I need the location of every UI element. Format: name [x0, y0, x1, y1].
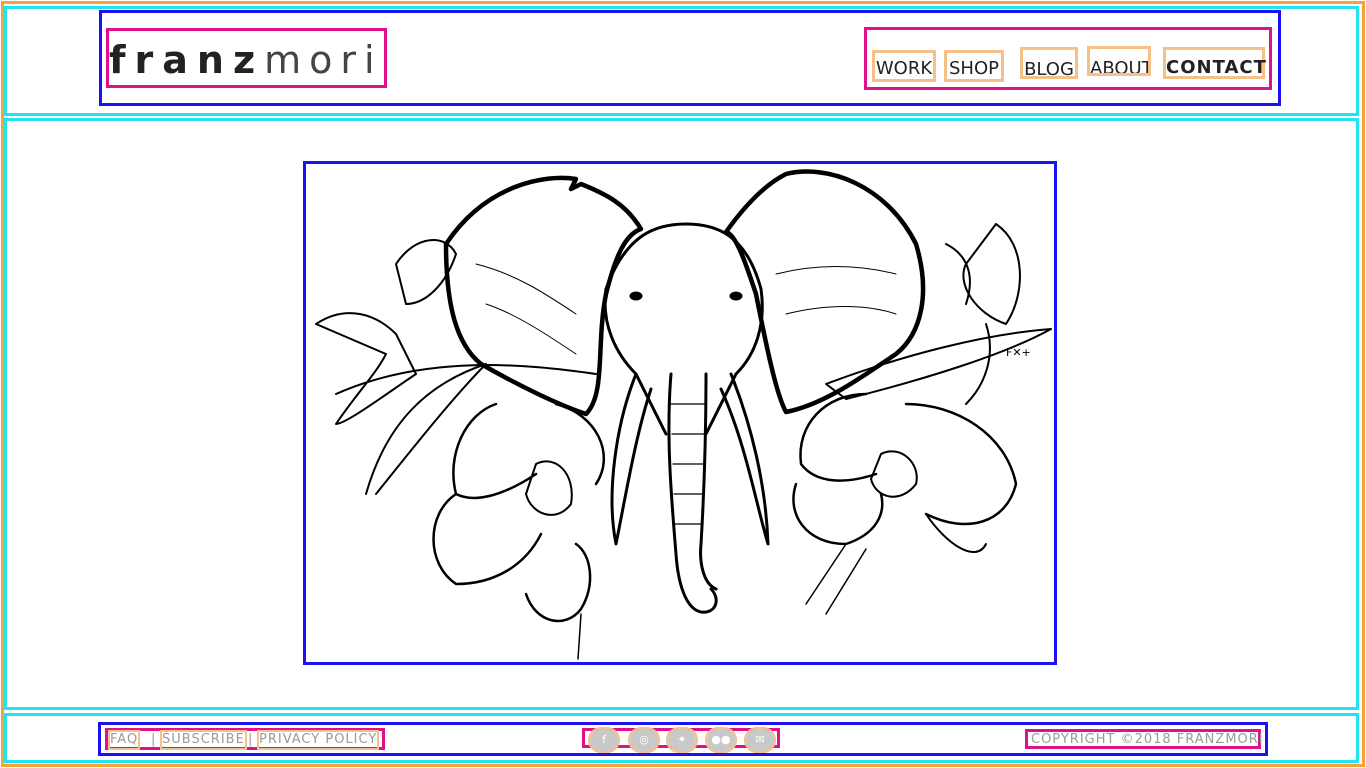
footer-link-faq[interactable]: FAQ: [107, 730, 141, 750]
instagram-icon[interactable]: ◎: [628, 727, 660, 753]
logo-bold-text: franz: [109, 38, 265, 82]
footer-separator: |: [151, 732, 156, 747]
nav-item-shop[interactable]: SHOP: [944, 50, 1004, 82]
email-icon[interactable]: ✉: [744, 727, 776, 753]
nav-item-contact[interactable]: CONTACT: [1163, 47, 1266, 79]
elephant-orchid-illustration: F✕+: [315, 169, 1052, 660]
svg-text:F✕+: F✕+: [1006, 346, 1031, 359]
footer-separator: |: [248, 732, 253, 747]
nav-item-blog[interactable]: BLOG: [1020, 47, 1078, 80]
footer-link-subscribe[interactable]: SUBSCRIBE: [160, 730, 247, 750]
logo-light-text: mori: [264, 38, 383, 82]
twitter-icon[interactable]: ✦: [666, 727, 698, 753]
site-logo[interactable]: franzmori: [109, 38, 383, 82]
footer-link-privacy-policy[interactable]: PRIVACY POLICY: [256, 730, 380, 750]
flickr-icon[interactable]: ●●: [705, 727, 737, 753]
nav-item-about[interactable]: ABOUT: [1087, 46, 1151, 76]
featured-artwork[interactable]: F✕+: [303, 161, 1057, 665]
nav-item-work[interactable]: WORK: [872, 50, 936, 82]
copyright-text: COPYRIGHT ©2018 FRANZMORI: [1031, 732, 1264, 747]
facebook-icon[interactable]: f: [588, 727, 620, 753]
